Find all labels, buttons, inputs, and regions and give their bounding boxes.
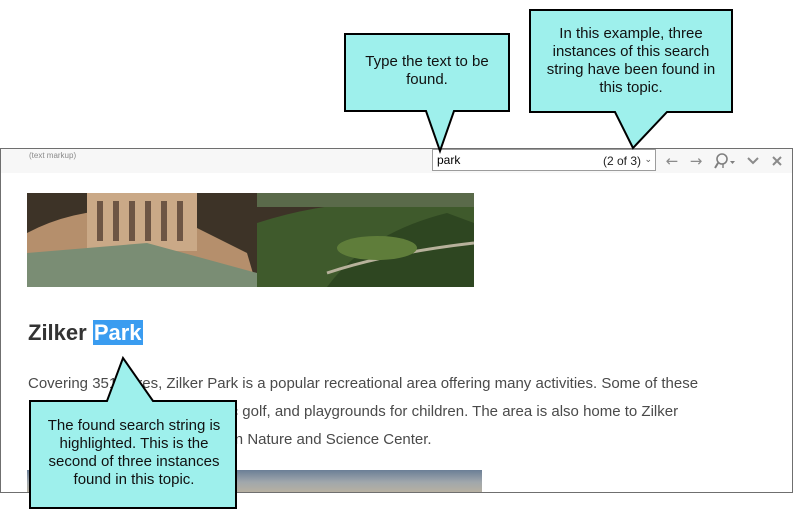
text-markup-label: (text markup) <box>29 151 77 160</box>
chevron-down-icon[interactable]: ⌄ <box>644 154 652 165</box>
heading-text: Zilker <box>28 320 87 345</box>
callout-type-text: Type the text to be found. <box>344 33 510 155</box>
callout-text: In this example, three instances of this… <box>546 25 716 96</box>
highlight-icon[interactable] <box>711 151 739 171</box>
match-count: (2 of 3) <box>602 154 641 168</box>
callout-text: Type the text to be found. <box>365 53 489 88</box>
chevron-down-icon[interactable] <box>743 151 763 171</box>
capitol-aerial-photo <box>27 193 474 287</box>
search-highlight: Park <box>92 320 143 345</box>
topic-heading: Zilker Park <box>28 320 143 346</box>
arrow-right-icon[interactable]: → <box>686 151 706 171</box>
callout-instances: In this example, three instances of this… <box>529 9 733 151</box>
callout-text: The found search string is highlighted. … <box>47 417 221 488</box>
callout-highlighted: The found search string is highlighted. … <box>29 355 239 511</box>
close-icon[interactable] <box>767 151 787 171</box>
arrow-left-icon[interactable]: ← <box>662 151 682 171</box>
